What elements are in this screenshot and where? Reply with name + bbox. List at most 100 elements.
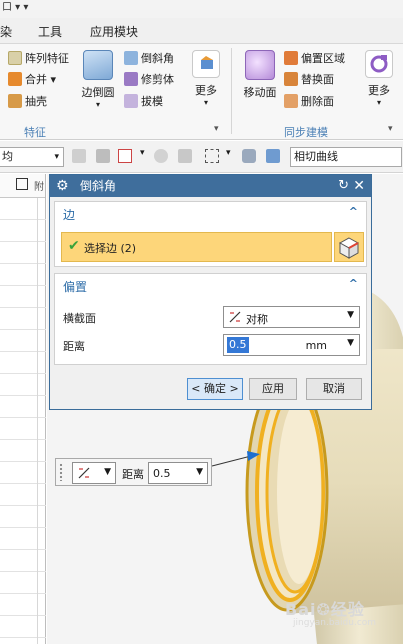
offset-section: 偏置 ^ 横截面 对称 ▼ 距离 0.5 mm ▼ — [54, 273, 367, 365]
point-snap-icon[interactable] — [154, 149, 168, 163]
array-feature-icon — [8, 51, 22, 65]
drag-grip-icon[interactable] — [59, 463, 63, 481]
ok-button[interactable]: < 确定 > — [187, 378, 243, 400]
chevron-down-icon[interactable]: ▾ — [140, 148, 154, 162]
apply-button[interactable]: 应用 — [249, 378, 297, 400]
feature-group-label: 特征 — [24, 126, 46, 139]
baidu-watermark: Bai❂经验 — [285, 600, 365, 619]
screen-input-box: ▼ 距离 0.5 ▼ — [55, 458, 212, 486]
type-filter-icon[interactable] — [118, 149, 132, 163]
cancel-button[interactable]: 取消 — [306, 378, 362, 400]
face-select-icon[interactable] — [266, 149, 280, 163]
menu-item-application[interactable]: 应用模块 — [90, 23, 138, 40]
sync-group-expand-icon[interactable]: ▾ — [388, 124, 393, 134]
cross-section-value: 对称 — [246, 313, 268, 326]
part-navigator-panel: 附 — [0, 174, 46, 644]
body-select-icon[interactable] — [242, 149, 256, 163]
navigator-rows — [0, 198, 46, 644]
select-edge-row[interactable]: ✔ 选择边 (2) — [61, 232, 332, 262]
gear-icon[interactable]: ⚙ — [56, 178, 69, 194]
tube-bore — [277, 400, 321, 584]
menu-bar: 染 工具 应用模块 — [0, 18, 403, 44]
edge-blend-button[interactable]: 边倒圆 ▾ — [78, 50, 118, 109]
chamfer-icon — [124, 51, 138, 65]
symmetric-icon — [229, 311, 241, 323]
feature-more-button[interactable]: 更多 ▾ — [188, 50, 224, 107]
offset-region-icon — [284, 51, 298, 65]
ribbon-divider — [231, 48, 232, 134]
float-distance-field[interactable]: 0.5 ▼ — [148, 462, 208, 484]
reset-icon[interactable]: ↻ — [338, 175, 349, 197]
sync-more-button[interactable]: 更多 ▾ — [362, 50, 396, 107]
chamfer-dialog: ⚙ 倒斜角 ↻ ✕ 边 ^ ✔ 选择边 (2) 偏置 ^ 横截面 对称 ▼ 距离… — [49, 174, 372, 410]
merge-button[interactable]: 合并 ▾ — [8, 71, 56, 89]
trim-body-icon — [124, 72, 138, 86]
distance-label: 距离 — [63, 340, 85, 353]
dialog-title-bar: ⚙ 倒斜角 ↻ ✕ — [50, 175, 371, 197]
offset-section-title: 偏置 — [63, 280, 88, 294]
panel-header: 附 — [0, 174, 45, 198]
chevron-down-icon: ▼ — [104, 467, 111, 477]
chevron-down-icon: ▼ — [347, 310, 354, 320]
replace-face-button[interactable]: 替换面 — [284, 71, 334, 89]
replace-face-icon — [284, 72, 298, 86]
distance-unit: mm — [305, 339, 327, 352]
chevron-down-icon[interactable]: ▼ — [347, 338, 354, 348]
close-icon[interactable]: ✕ — [353, 175, 365, 197]
draft-button[interactable]: 拔模 — [124, 93, 163, 111]
float-distance-value[interactable]: 0.5 — [153, 467, 171, 480]
distance-field[interactable]: 0.5 mm ▼ — [223, 334, 360, 356]
draft-icon — [124, 94, 138, 108]
array-feature-button[interactable]: 阵列特征 — [8, 50, 69, 68]
edge-blend-icon — [83, 50, 113, 80]
cross-section-label: 横截面 — [63, 312, 96, 325]
move-face-icon — [245, 50, 275, 80]
menu-item-tools[interactable]: 工具 — [38, 23, 62, 40]
baidu-watermark-url: jingyan.baidu.com — [293, 618, 377, 628]
cross-section-dropdown[interactable]: 对称 ▼ — [223, 306, 360, 328]
ribbon: 阵列特征 合并 ▾ 抽壳 边倒圆 ▾ 倒斜角 修剪体 拔模 更多 ▾ 特征 ▾ … — [0, 44, 403, 140]
maximize-icon[interactable] — [16, 178, 28, 190]
offset-section-header[interactable]: 偏置 ^ — [55, 274, 366, 298]
merge-icon — [8, 72, 22, 86]
window-title: 口 ▾ ▾ — [0, 0, 403, 18]
chamfer-button[interactable]: 倒斜角 — [124, 50, 174, 68]
rectangle-select-icon[interactable] — [205, 149, 219, 163]
edge-section: 边 ^ ✔ 选择边 (2) — [54, 201, 367, 267]
edge-section-header[interactable]: 边 ^ — [55, 202, 366, 226]
symmetric-icon — [78, 467, 90, 479]
select-all-icon[interactable] — [178, 149, 192, 163]
shell-icon — [8, 94, 22, 108]
edge-section-title: 边 — [63, 208, 76, 222]
cube-select-icon — [338, 237, 360, 259]
move-face-button[interactable]: 移动面 — [240, 50, 280, 100]
chevron-down-icon: ▼ — [196, 467, 203, 477]
trim-body-button[interactable]: 修剪体 — [124, 71, 174, 89]
sync-group-label: 同步建模 — [284, 126, 328, 139]
delete-face-icon — [284, 94, 298, 108]
filter-icon[interactable] — [96, 149, 110, 163]
filter-select[interactable]: 均 ▾ — [0, 147, 64, 167]
column-header: 附 — [34, 182, 44, 193]
delete-face-button[interactable]: 删除面 — [284, 93, 334, 111]
chevron-down-icon[interactable]: ▾ — [226, 148, 240, 162]
float-distance-label: 距离 — [122, 468, 144, 481]
offset-region-button[interactable]: 偏置区域 — [284, 50, 345, 68]
collapse-icon[interactable]: ^ — [349, 277, 358, 290]
select-edge-button[interactable] — [334, 232, 364, 262]
select-edge-label: 选择边 (2) — [84, 242, 137, 255]
more-sync-icon — [365, 50, 393, 78]
menu-item-render[interactable]: 染 — [0, 23, 12, 40]
chevron-down-icon: ▾ — [54, 152, 59, 162]
selection-toolbar: 均 ▾ ▾ ▾ 相切曲线 — [0, 141, 403, 173]
check-icon: ✔ — [68, 238, 80, 254]
cross-section-mini-dropdown[interactable]: ▼ — [72, 462, 116, 484]
snap-icon[interactable] — [72, 149, 86, 163]
collapse-icon[interactable]: ^ — [349, 205, 358, 218]
curve-rule-select[interactable]: 相切曲线 — [290, 147, 402, 167]
more-feature-icon — [192, 50, 220, 78]
dialog-title: 倒斜角 — [80, 179, 117, 193]
distance-value[interactable]: 0.5 — [227, 337, 249, 353]
shell-button[interactable]: 抽壳 — [8, 93, 47, 111]
feature-group-expand-icon[interactable]: ▾ — [214, 124, 219, 134]
